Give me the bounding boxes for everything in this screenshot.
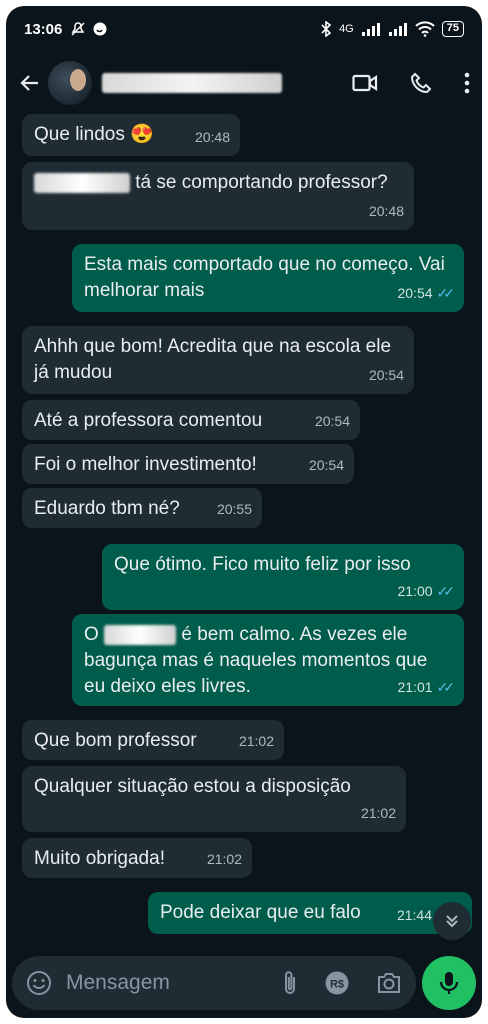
message-incoming[interactable]: Foi o melhor investimento! 20:54 [22, 444, 354, 484]
read-ticks-icon: ✓✓ [436, 583, 456, 599]
video-call-icon[interactable] [352, 73, 378, 93]
message-composer[interactable]: Mensagem R$ [12, 956, 416, 1010]
message-incoming[interactable]: Muito obrigada! 21:02 [22, 838, 252, 878]
paperclip-icon[interactable] [282, 970, 298, 996]
message-incoming[interactable]: Que bom professor 21:02 [22, 720, 284, 760]
status-bar: 13:06 4G 75 [6, 6, 482, 52]
message-outgoing[interactable]: Que ótimo. Fico muito feliz por isso 21:… [102, 544, 464, 610]
wifi-icon [415, 21, 435, 37]
message-incoming[interactable]: Eduardo tbm né? 20:55 [22, 488, 262, 528]
contact-name-redacted[interactable] [102, 73, 282, 93]
message-incoming[interactable]: Que lindos 😍 20:48 [22, 114, 240, 156]
message-incoming[interactable]: Qualquer situação estou a disposição 21:… [22, 766, 406, 832]
microphone-icon [438, 970, 460, 996]
app-notification-icon [92, 21, 108, 37]
avatar[interactable] [48, 61, 92, 105]
status-time: 13:06 [24, 20, 63, 38]
app-window: 13:06 4G 75 Que lindos 😍 20:48 tá se com… [6, 6, 482, 1018]
battery-level: 75 [441, 21, 464, 37]
arrow-left-icon[interactable] [18, 71, 44, 95]
message-outgoing[interactable]: Pode deixar que eu falo 21:44 [148, 892, 472, 934]
scroll-to-bottom-button[interactable] [433, 902, 471, 940]
message-incoming[interactable]: tá se comportando professor? 20:48 [22, 162, 414, 230]
redacted-name [104, 624, 177, 645]
signal-icon-2 [388, 22, 408, 36]
redacted-name [34, 172, 130, 193]
camera-icon[interactable] [376, 972, 402, 994]
message-incoming[interactable]: Até a professora comentou 20:54 [22, 400, 360, 440]
emoji-icon[interactable] [26, 970, 52, 996]
message-outgoing[interactable]: O é bem calmo. As vezes ele bagunça mas … [72, 614, 464, 706]
message-input[interactable]: Mensagem [66, 971, 282, 995]
payment-icon[interactable]: R$ [324, 970, 350, 996]
microphone-button[interactable] [422, 956, 476, 1010]
chevron-double-down-icon [444, 913, 460, 929]
network-type-label: 4G [339, 23, 354, 35]
more-vertical-icon[interactable] [464, 72, 470, 94]
signal-icon [361, 22, 381, 36]
message-list[interactable]: Que lindos 😍 20:48 tá se comportando pro… [6, 114, 482, 954]
mute-icon [70, 21, 86, 37]
bluetooth-icon [320, 21, 332, 37]
chat-header [6, 52, 482, 114]
message-outgoing[interactable]: Esta mais comportado que no começo. Vai … [72, 244, 464, 312]
phone-icon[interactable] [410, 72, 432, 94]
read-ticks-icon: ✓✓ [436, 679, 456, 695]
read-ticks-icon: ✓✓ [436, 285, 456, 301]
payment-label: R$ [330, 979, 344, 991]
message-incoming[interactable]: Ahhh que bom! Acredita que na escola ele… [22, 326, 414, 394]
